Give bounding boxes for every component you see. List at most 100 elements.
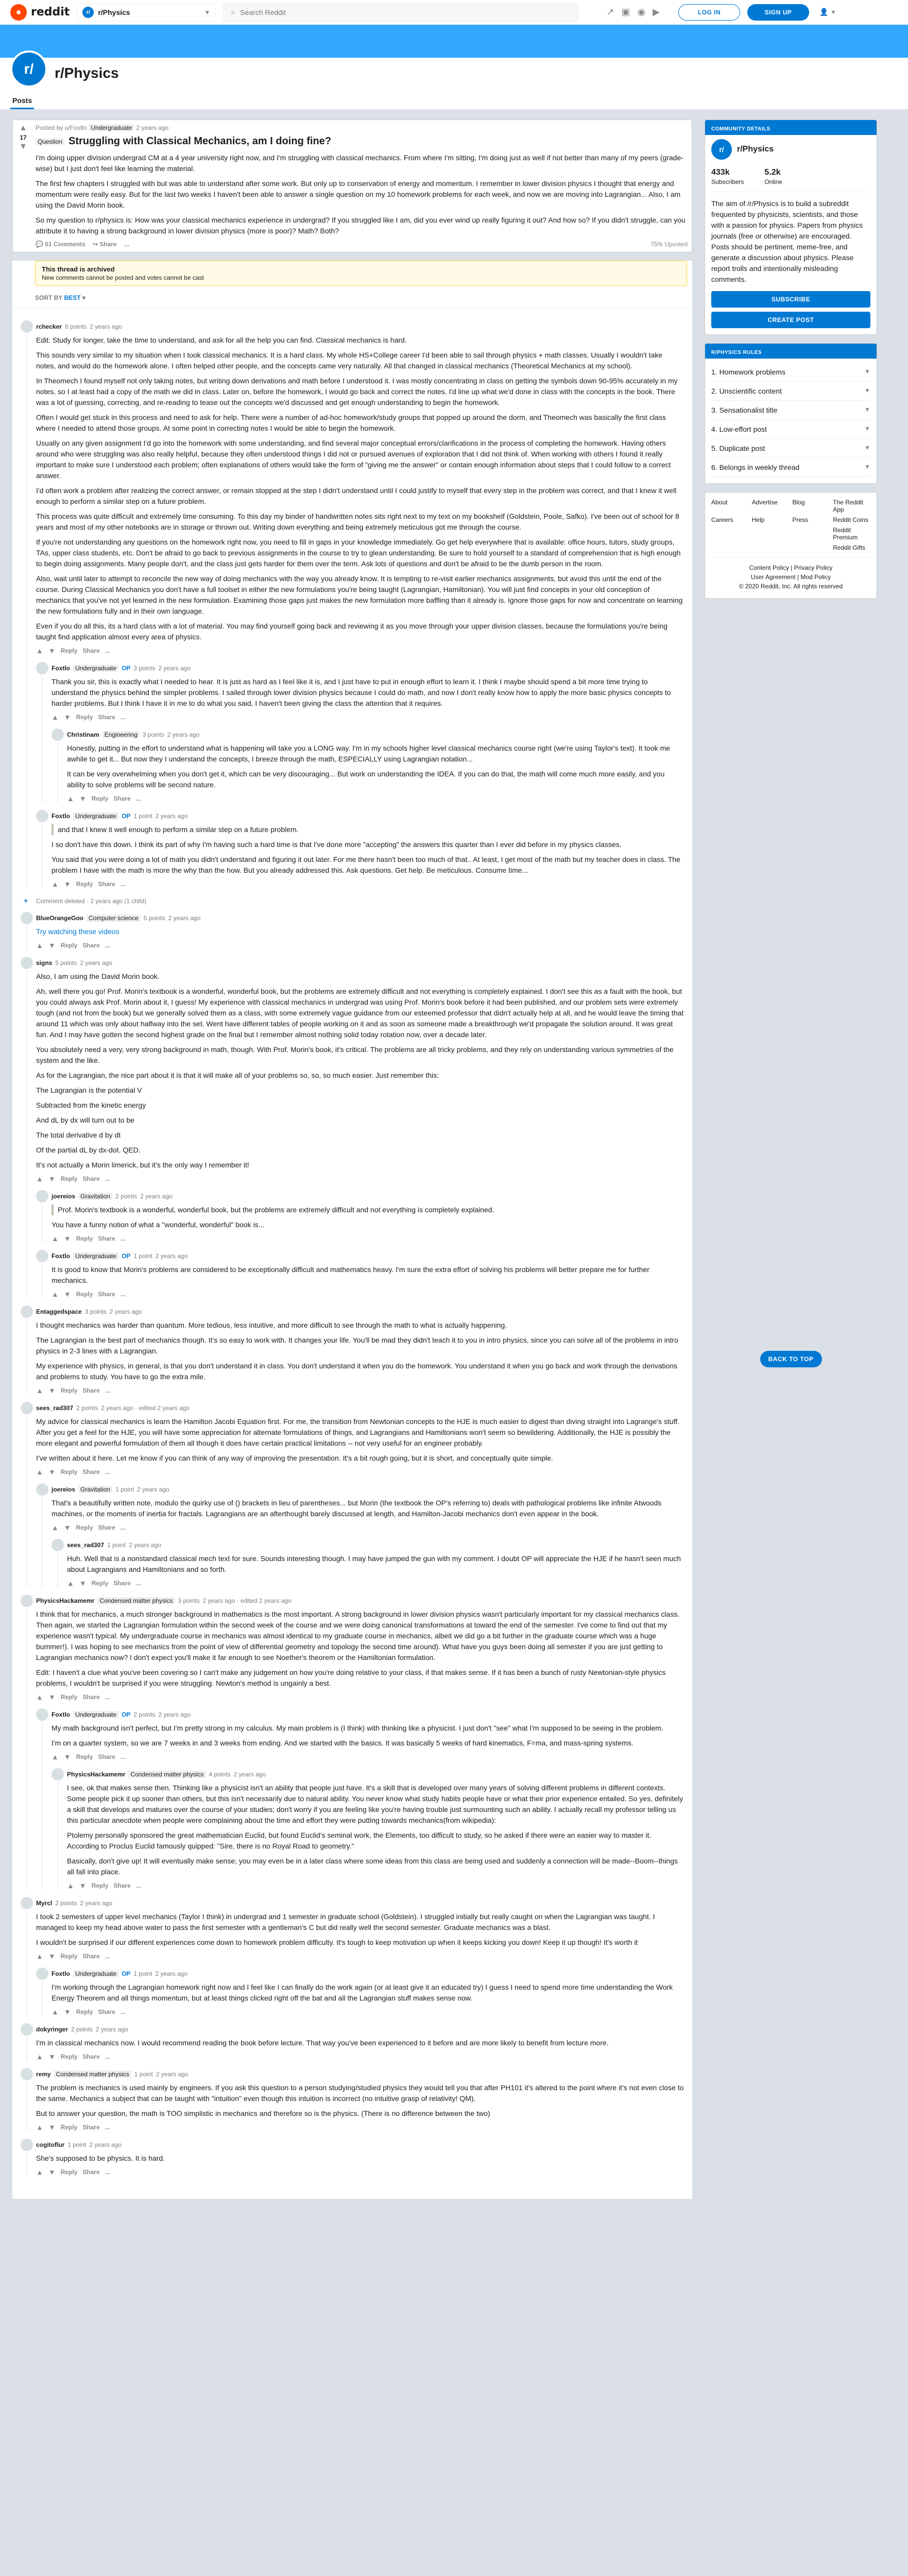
footer-link[interactable]: Advertise bbox=[752, 499, 790, 513]
video-icon[interactable]: ▶ bbox=[653, 7, 660, 18]
upvote-icon[interactable]: ▲ bbox=[52, 880, 59, 888]
avatar[interactable] bbox=[21, 1897, 33, 1909]
comment-author[interactable]: sees_rad307 bbox=[36, 1404, 73, 1412]
comment-author[interactable]: Foxtlo bbox=[52, 1970, 70, 1977]
more-button[interactable]: ... bbox=[121, 714, 126, 721]
rule-item[interactable]: 2. Unscientific content ▼ bbox=[711, 382, 870, 401]
upvote-icon[interactable]: ▲ bbox=[52, 1753, 59, 1761]
footer-link[interactable]: Careers bbox=[711, 516, 749, 523]
rule-item[interactable]: 6. Belongs in weekly thread ▼ bbox=[711, 458, 870, 477]
more-button[interactable]: ... bbox=[105, 1693, 110, 1701]
upvote-icon[interactable]: ▲ bbox=[19, 124, 27, 132]
rule-item[interactable]: 4. Low-effort post ▼ bbox=[711, 420, 870, 439]
more-button[interactable]: ... bbox=[105, 942, 110, 949]
upvote-icon[interactable]: ▲ bbox=[36, 1175, 43, 1183]
comment-author[interactable]: PhysicsHackamemr bbox=[67, 1771, 125, 1778]
agreement-links[interactable]: User Agreement | Mod Policy bbox=[711, 572, 870, 582]
more-button[interactable]: ... bbox=[105, 1175, 110, 1182]
comment-author[interactable]: dokyringer bbox=[36, 2026, 68, 2033]
downvote-icon[interactable]: ▼ bbox=[48, 1952, 56, 1960]
footer-link[interactable]: The Reddit App bbox=[833, 499, 870, 513]
comment-link[interactable]: Try watching these videos bbox=[36, 927, 119, 936]
more-button[interactable]: ... bbox=[121, 1753, 126, 1760]
comment-author[interactable]: remy bbox=[36, 2071, 51, 2078]
downvote-icon[interactable]: ▼ bbox=[48, 2168, 56, 2176]
upvote-icon[interactable]: ▲ bbox=[67, 794, 74, 803]
share-button[interactable]: Share bbox=[82, 942, 99, 949]
reply-button[interactable]: Reply bbox=[76, 1291, 93, 1298]
comment-author[interactable]: joereios bbox=[52, 1486, 75, 1493]
more-button[interactable]: ... bbox=[105, 1953, 110, 1960]
footer-link[interactable]: Reddit Gifts bbox=[833, 544, 870, 551]
share-button[interactable]: Share bbox=[82, 2053, 99, 2060]
reply-button[interactable]: Reply bbox=[61, 1468, 78, 1476]
share-button[interactable]: ↪ Share bbox=[93, 241, 117, 248]
avatar[interactable] bbox=[36, 1190, 48, 1202]
downvote-icon[interactable]: ▼ bbox=[64, 1290, 71, 1298]
reply-button[interactable]: Reply bbox=[76, 880, 93, 888]
avatar[interactable] bbox=[52, 1768, 64, 1781]
comment-author[interactable]: Foxtlo bbox=[52, 1252, 70, 1260]
upvote-icon[interactable]: ▲ bbox=[52, 1234, 59, 1243]
reply-button[interactable]: Reply bbox=[76, 714, 93, 721]
post-flair[interactable]: Question bbox=[36, 138, 65, 145]
community-name[interactable]: r/Physics bbox=[737, 145, 774, 154]
downvote-icon[interactable]: ▼ bbox=[48, 2053, 56, 2061]
search-input[interactable] bbox=[240, 8, 571, 16]
downvote-icon[interactable]: ▼ bbox=[64, 880, 71, 888]
footer-link[interactable]: Help bbox=[752, 516, 790, 523]
comment-author[interactable]: cogitoflur bbox=[36, 2141, 64, 2148]
signup-button[interactable]: SIGN UP bbox=[747, 4, 809, 21]
share-button[interactable]: Share bbox=[82, 1468, 99, 1476]
share-button[interactable]: Share bbox=[82, 1387, 99, 1394]
upvote-icon[interactable]: ▲ bbox=[36, 1693, 43, 1701]
avatar[interactable] bbox=[36, 1483, 48, 1496]
more-button[interactable]: ... bbox=[121, 1235, 126, 1242]
avatar[interactable] bbox=[21, 1402, 33, 1414]
share-button[interactable]: Share bbox=[98, 880, 115, 888]
post-author[interactable]: Posted by u/Foxtlo bbox=[36, 124, 87, 131]
more-button[interactable]: ... bbox=[105, 647, 110, 654]
upvote-icon[interactable]: ▲ bbox=[36, 2053, 43, 2061]
avatar[interactable] bbox=[21, 1306, 33, 1318]
upvote-icon[interactable]: ▲ bbox=[36, 2168, 43, 2176]
more-button[interactable]: ... bbox=[105, 2124, 110, 2131]
create-post-button[interactable]: CREATE POST bbox=[711, 312, 870, 328]
share-button[interactable]: Share bbox=[113, 1580, 130, 1587]
avatar[interactable] bbox=[36, 1708, 48, 1721]
downvote-icon[interactable]: ▼ bbox=[64, 1234, 71, 1243]
share-button[interactable]: Share bbox=[98, 714, 115, 721]
comment-author[interactable]: Foxtlo bbox=[52, 1711, 70, 1718]
footer-link[interactable]: Blog bbox=[793, 499, 830, 513]
comment-author[interactable]: PhysicsHackamemr bbox=[36, 1597, 94, 1604]
avatar[interactable] bbox=[21, 912, 33, 924]
avatar[interactable] bbox=[21, 2139, 33, 2151]
footer-link[interactable]: About bbox=[711, 499, 749, 513]
reply-button[interactable]: Reply bbox=[61, 1953, 78, 1960]
upvote-icon[interactable]: ▲ bbox=[52, 1523, 59, 1532]
share-button[interactable]: Share bbox=[98, 1235, 115, 1242]
login-button[interactable]: LOG IN bbox=[678, 4, 740, 21]
community-selector[interactable]: r/ r/Physics ▼ bbox=[77, 3, 216, 22]
downvote-icon[interactable]: ▼ bbox=[79, 1579, 87, 1587]
avatar[interactable] bbox=[52, 728, 64, 741]
rule-item[interactable]: 3. Sensationalist title ▼ bbox=[711, 401, 870, 420]
share-button[interactable]: Share bbox=[82, 1953, 99, 1960]
upvote-icon[interactable]: ▲ bbox=[36, 1386, 43, 1395]
comment-author[interactable]: rchecker bbox=[36, 323, 62, 330]
more-button[interactable]: ... bbox=[105, 1468, 110, 1476]
share-button[interactable]: Share bbox=[82, 1693, 99, 1701]
downvote-icon[interactable]: ▼ bbox=[48, 1175, 56, 1183]
share-button[interactable]: Share bbox=[113, 1882, 130, 1889]
more-button[interactable]: ... bbox=[124, 241, 129, 248]
avatar[interactable] bbox=[21, 2068, 33, 2080]
downvote-icon[interactable]: ▼ bbox=[48, 1468, 56, 1476]
reply-button[interactable]: Reply bbox=[61, 1175, 78, 1182]
reply-button[interactable]: Reply bbox=[61, 1387, 78, 1394]
back-to-top-button[interactable]: BACK TO TOP bbox=[760, 1351, 822, 1367]
reply-button[interactable]: Reply bbox=[61, 1693, 78, 1701]
footer-link[interactable]: Reddit Coins bbox=[833, 516, 870, 523]
footer-link[interactable]: Reddit Premium bbox=[833, 527, 870, 541]
share-button[interactable]: Share bbox=[98, 1291, 115, 1298]
comment-author[interactable]: BlueOrangeGoo bbox=[36, 914, 83, 922]
